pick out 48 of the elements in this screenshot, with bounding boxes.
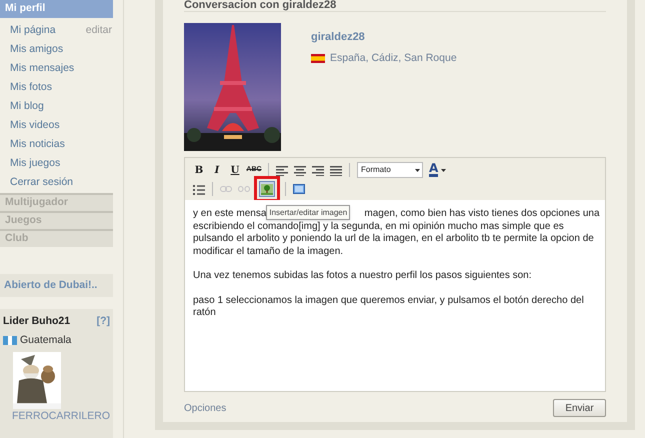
sidebar-link[interactable]: Mis amigos <box>10 42 64 58</box>
tree-image-icon <box>261 184 273 194</box>
edit-link[interactable]: editar <box>86 22 112 38</box>
help-link[interactable]: [?] <box>96 314 110 330</box>
caret-icon <box>441 168 446 172</box>
window-icon <box>293 184 305 194</box>
insert-image-button[interactable] <box>259 181 275 197</box>
message-input[interactable] <box>185 200 605 391</box>
sidebar-link[interactable]: Mi página <box>10 22 56 38</box>
message-text: y en este mensa <box>193 208 266 220</box>
country-label: Guatemala <box>20 332 72 348</box>
sidebar-link[interactable]: Cerrar sesión <box>10 174 74 190</box>
format-dropdown[interactable]: Formato <box>357 162 423 178</box>
insert-media-button[interactable] <box>291 181 307 197</box>
list-icon <box>193 184 205 194</box>
sidebar-link[interactable]: Mis mensajes <box>10 60 74 76</box>
sidebar-link[interactable]: Mis noticias <box>10 136 65 152</box>
bold-button[interactable]: B <box>191 162 207 178</box>
options-link[interactable]: Opciones <box>184 400 226 416</box>
sidebar-header[interactable]: Mi perfil <box>0 0 113 18</box>
flag-icon <box>311 54 325 63</box>
tooltip: Insertar/editar imagen <box>266 205 350 220</box>
caret-icon <box>415 168 420 172</box>
message-text: escribiendo el comando[img] y la segunda, en mi opinión mucho mas simple que es pulsando el arbolito y poniendo la url de la imagen, en el arbolito tb te permite la opcion de modificar el tamaño de la imagen. <box>193 220 595 258</box>
align-left-icon <box>276 164 288 176</box>
align-right-icon <box>312 164 324 176</box>
conversation-title: Conversacion con giraldez28 <box>184 0 606 12</box>
sidebar-link[interactable]: Mis fotos <box>10 80 52 96</box>
send-button[interactable]: Enviar <box>553 399 606 417</box>
broken-chain-icon <box>238 185 250 193</box>
user-link[interactable]: giraldez28 <box>311 29 457 46</box>
sidebar-link[interactable]: Mis juegos <box>10 156 60 172</box>
message-text: magen, como bien has visto tienes dos opciones una <box>364 208 600 220</box>
message-text: paso 1 seleccionamos la imagen que queremos enviar, y pulsamos el botón derecho del ratón <box>193 294 585 320</box>
italic-button[interactable]: I <box>209 162 225 178</box>
align-center-icon <box>294 164 306 176</box>
message-text: Una vez tenemos subidas las fotos a nuestro perfil los pasos siguientes son: <box>193 270 533 282</box>
sidebar-link[interactable]: Mis videos <box>10 118 60 134</box>
leader-title: Lider Buho21 <box>3 314 70 329</box>
underline-button[interactable]: U <box>227 162 243 178</box>
promo-banner[interactable]: Abierto de Dubai!.. <box>0 274 113 297</box>
flag-icon <box>3 336 17 346</box>
chain-icon <box>220 185 232 193</box>
sidebar-link[interactable]: Mi blog <box>10 98 44 114</box>
leader-name[interactable]: FERROCARRILERO <box>12 410 110 422</box>
justify-icon <box>330 164 342 176</box>
location-label: España, Cádiz, San Roque <box>330 50 457 66</box>
text-color-button[interactable]: A <box>429 162 446 178</box>
